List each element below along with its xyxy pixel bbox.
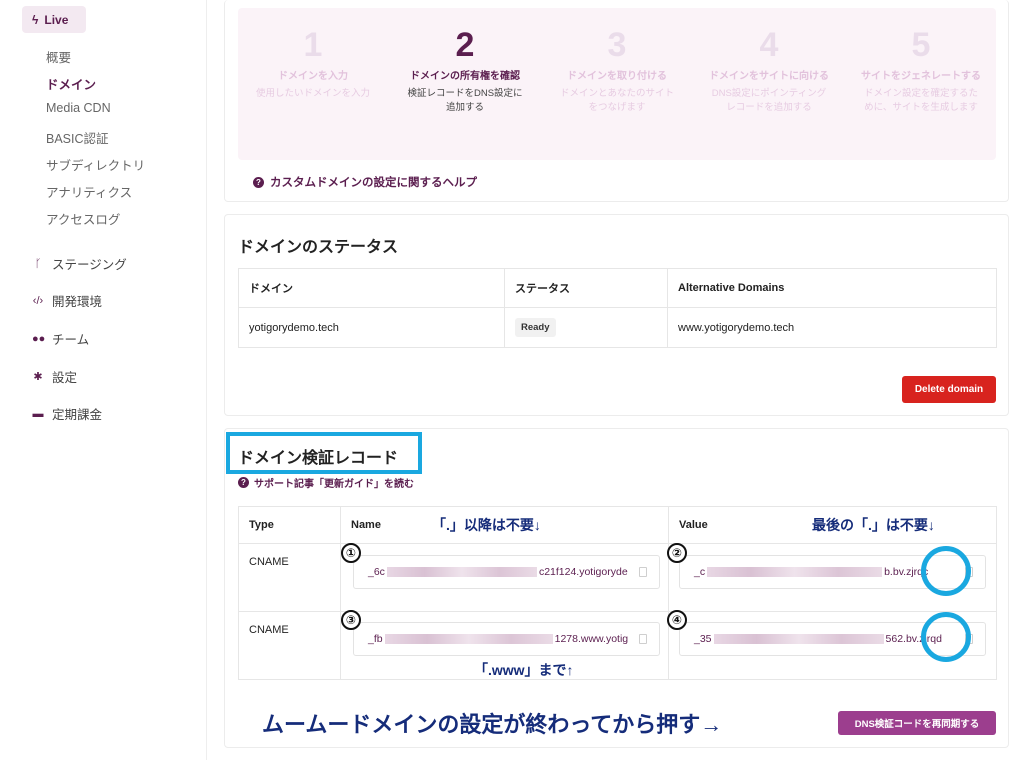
- help-icon: ?: [253, 176, 264, 188]
- type-cell: CNAME: [238, 543, 341, 612]
- code-icon: ‹/›: [32, 294, 44, 307]
- resync-dns-button[interactable]: DNS検証コードを再同期する: [838, 711, 996, 735]
- sidebar-item-label: 設定: [52, 371, 78, 385]
- sidebar-item-media-cdn[interactable]: Media CDN: [46, 101, 111, 115]
- name-prefix: _6c: [368, 566, 385, 578]
- name-field-2[interactable]: _fb 1278.www.yotig: [353, 622, 660, 656]
- sidebar-item-access-log[interactable]: アクセスログ: [46, 209, 120, 228]
- www-annotation: 「.www」まで↑: [474, 662, 574, 678]
- step-2: 2 ドメインの所有権を確認 検証レコードをDNS設定に追加する: [390, 8, 540, 115]
- name-prefix: _fb: [368, 633, 383, 645]
- live-label: Live: [44, 12, 69, 27]
- value-prefix: _35: [694, 633, 712, 645]
- bolt-icon: ϟ: [32, 12, 39, 27]
- card-icon: ▬: [32, 407, 44, 420]
- sidebar-item-label: 定期課金: [52, 408, 103, 422]
- table-header-row: ドメイン ステータス Alternative Domains: [238, 268, 997, 308]
- step-title: ドメインを入力: [278, 71, 348, 82]
- sidebar-item-settings[interactable]: ✱ 設定: [32, 367, 77, 386]
- name-suffix: c21f124.yotigoryde: [538, 566, 628, 578]
- team-icon: ●●: [32, 332, 46, 345]
- sidebar-item-label: チーム: [52, 333, 90, 347]
- step-description: 検証レコードをDNS設定に追加する: [407, 88, 523, 113]
- help-icon: ?: [238, 477, 249, 488]
- step-number: 4: [759, 26, 779, 64]
- title-highlight-box: [226, 432, 422, 474]
- step-number: 1: [303, 26, 323, 64]
- step-1: 1 ドメインを入力 使用したいドメインを入力: [238, 8, 388, 101]
- marker-4: ④: [667, 610, 687, 630]
- step-description: DNS設定にポインティングレコードを追加する: [711, 88, 827, 113]
- col-alt-domains: Alternative Domains: [667, 268, 997, 308]
- sidebar-item-basic-auth[interactable]: BASIC認証: [46, 128, 109, 147]
- gear-icon: ✱: [33, 371, 43, 383]
- step-number: 3: [607, 26, 627, 64]
- step-title: ドメインの所有権を確認: [410, 71, 520, 82]
- step-title: ドメインを取り付ける: [567, 71, 667, 82]
- value-prefix: _c: [694, 566, 706, 578]
- masked-text: [386, 567, 537, 577]
- sidebar-item-staging[interactable]: ᚴ ステージング: [32, 254, 127, 273]
- name-annotation: 「.」以降は不要↓: [432, 517, 541, 533]
- support-link-label: サポート記事「更新ガイド」を読む: [254, 479, 414, 490]
- step-number: 5: [911, 26, 931, 64]
- masked-text: [713, 634, 884, 644]
- type-cell: CNAME: [238, 611, 341, 680]
- step-title: サイトをジェネレートする: [861, 71, 981, 82]
- help-link-label: カスタムドメインの設定に関するヘルプ: [270, 177, 477, 189]
- domain-status-table: ドメイン ステータス Alternative Domains yotigoryd…: [238, 268, 997, 348]
- name-suffix: 1278.www.yotig: [554, 633, 629, 645]
- delete-domain-button[interactable]: Delete domain: [902, 376, 996, 403]
- sidebar: ϟ Live 概要 ドメイン Media CDN BASIC認証 サブディレクト…: [0, 0, 206, 760]
- step-3: 3 ドメインを取り付ける ドメインとあなたのサイトをつなげます: [542, 8, 692, 115]
- step-description: ドメイン設定を確定するために、サイトを生成します: [863, 88, 978, 113]
- masked-text: [707, 567, 883, 577]
- bottom-annotation: ムームードメインの設定が終わってから押す→: [262, 712, 723, 737]
- domain-cell: yotigorydemo.tech: [238, 307, 505, 348]
- status-cell: Ready: [504, 307, 668, 348]
- copy-icon[interactable]: [639, 634, 647, 644]
- masked-text: [384, 634, 553, 644]
- sidebar-item-dev-env[interactable]: ‹/› 開発環境: [32, 291, 102, 310]
- step-5: 5 サイトをジェネレートする ドメイン設定を確定するために、サイトを生成します: [846, 8, 996, 115]
- highlight-ring-1: [921, 546, 971, 596]
- sidebar-item-team[interactable]: ●● チーム: [32, 329, 89, 348]
- step-description: ドメインとあなたのサイトをつなげます: [559, 88, 674, 113]
- domain-steps: 1 ドメインを入力 使用したいドメインを入力 2 ドメインの所有権を確認 検証レ…: [238, 8, 996, 160]
- branch-icon: ᚴ: [34, 257, 42, 270]
- sidebar-item-label: ステージング: [52, 258, 127, 272]
- marker-3: ③: [341, 610, 361, 630]
- copy-icon[interactable]: [639, 567, 647, 577]
- sidebar-item-subdirectory[interactable]: サブディレクトリ: [46, 155, 145, 174]
- custom-domain-help-link[interactable]: ? カスタムドメインの設定に関するヘルプ: [253, 174, 477, 190]
- sidebar-item-billing[interactable]: ▬ 定期課金: [32, 404, 103, 423]
- col-domain: ドメイン: [238, 268, 505, 308]
- table-row: yotigorydemo.tech Ready www.yotigorydemo…: [238, 307, 997, 348]
- value-annotation: 最後の「.」は不要↓: [812, 517, 935, 533]
- col-type: Type: [238, 506, 341, 544]
- support-article-link[interactable]: ? サポート記事「更新ガイド」を読む: [238, 475, 414, 490]
- sidebar-item-label: 開発環境: [52, 295, 103, 309]
- status-badge: Ready: [515, 318, 556, 337]
- marker-2: ②: [667, 543, 687, 563]
- step-description: 使用したいドメインを入力: [255, 88, 370, 99]
- step-4: 4 ドメインをサイトに向ける DNS設定にポインティングレコードを追加する: [694, 8, 844, 115]
- sidebar-divider: [206, 0, 207, 760]
- sidebar-live-button[interactable]: ϟ Live: [22, 6, 86, 33]
- domain-status-title: ドメインのステータス: [238, 239, 399, 256]
- col-status: ステータス: [504, 268, 668, 308]
- alt-domain-cell: www.yotigorydemo.tech: [667, 307, 997, 348]
- step-number: 2: [455, 26, 475, 64]
- name-field-1[interactable]: _6c c21f124.yotigoryde: [353, 555, 660, 589]
- sidebar-item-overview[interactable]: 概要: [46, 47, 71, 66]
- sidebar-item-domain[interactable]: ドメイン: [46, 74, 96, 93]
- step-title: ドメインをサイトに向ける: [709, 71, 829, 82]
- marker-1: ①: [341, 543, 361, 563]
- sidebar-item-analytics[interactable]: アナリティクス: [46, 182, 132, 201]
- highlight-ring-2: [921, 612, 971, 662]
